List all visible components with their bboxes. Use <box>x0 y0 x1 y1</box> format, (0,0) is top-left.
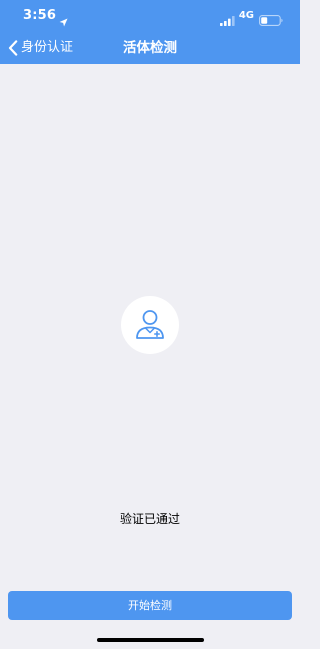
app-header: 3:56 4G 身份认证 活体检测 <box>0 0 300 64</box>
status-time: 3:56 <box>23 8 57 23</box>
person-icon <box>135 309 165 341</box>
battery-icon <box>259 11 283 26</box>
home-indicator <box>97 638 204 642</box>
signal-icon <box>219 11 235 26</box>
status-bar: 3:56 4G <box>0 0 300 30</box>
page-title: 活体检测 <box>123 40 177 56</box>
network-type: 4G <box>238 10 254 21</box>
status-time-group: 3:56 <box>23 8 68 26</box>
avatar <box>121 296 179 354</box>
nav-bar: 身份认证 活体检测 <box>0 32 300 64</box>
location-arrow-icon <box>59 12 68 26</box>
verification-status-text: 验证已通过 <box>119 512 180 526</box>
start-detection-button[interactable]: 开始检测 <box>8 591 292 620</box>
status-indicators: 4G <box>219 10 283 26</box>
